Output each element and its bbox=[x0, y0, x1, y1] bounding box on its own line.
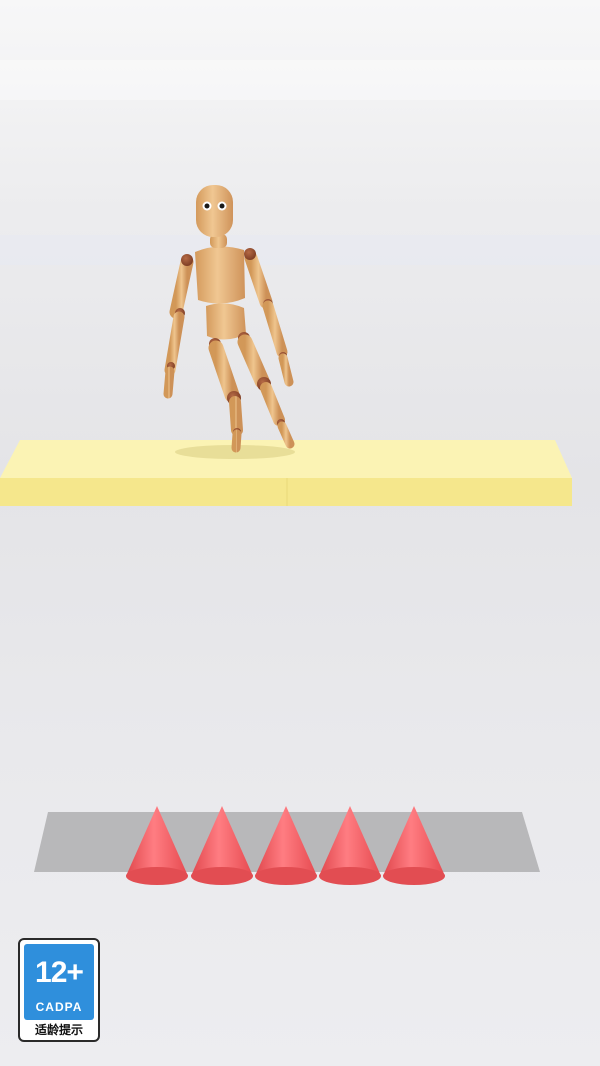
yellow-platform bbox=[0, 440, 572, 506]
age-rating-label: 12+ bbox=[35, 956, 84, 989]
game-scene[interactable]: 12+ CADPA 适龄提示 bbox=[0, 0, 600, 1066]
scene-canvas bbox=[0, 185, 572, 885]
age-advisory-caption: 适龄提示 bbox=[34, 1023, 83, 1037]
torso bbox=[195, 246, 245, 304]
left-leg bbox=[208, 338, 243, 453]
wooden-mannequin[interactable] bbox=[163, 185, 295, 453]
head bbox=[196, 185, 233, 237]
age-rating-panel: 12+ CADPA bbox=[24, 944, 94, 1020]
age-rating-badge: 12+ CADPA 适龄提示 bbox=[18, 938, 100, 1042]
platform-front bbox=[0, 478, 572, 506]
left-arm bbox=[163, 254, 194, 399]
rating-organization-label: CADPA bbox=[35, 1000, 83, 1014]
